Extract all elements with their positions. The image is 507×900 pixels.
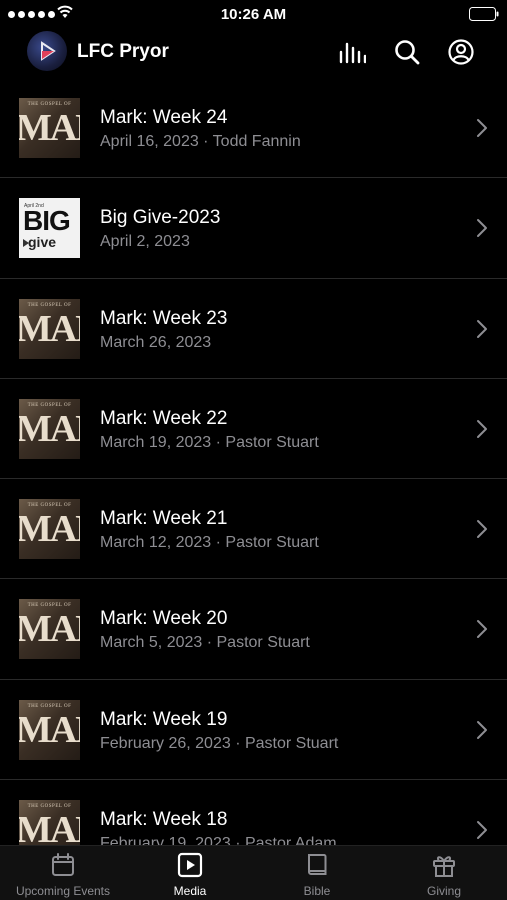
gift-icon — [433, 856, 455, 877]
thumb-title: BIG — [23, 205, 71, 237]
battery-icon — [469, 7, 499, 21]
tab-bar: Upcoming Events Media Bible Giving — [0, 845, 507, 900]
media-thumbnail: THE GOSPEL OFMARK — [19, 699, 80, 760]
media-list-item[interactable]: THE GOSPEL OFMARK Mark: Week 21 March 12, … — [0, 479, 507, 580]
media-thumbnail: THE GOSPEL OFMARK — [19, 398, 80, 459]
media-title: Mark: Week 18 — [100, 809, 228, 831]
chevron-right-icon — [477, 119, 487, 137]
thumb-title: MARK — [19, 708, 80, 751]
media-subtitle: February 26, 2023 · Pastor Stuart — [100, 734, 339, 752]
tab-upcoming-events[interactable]: Upcoming Events — [0, 846, 126, 900]
media-list-item[interactable]: THE GOSPEL OFMARK Mark: Week 20 March 5, 2… — [0, 579, 507, 680]
thumb-title: MARK — [19, 608, 80, 651]
media-thumbnail: April 2nd BIG give — [19, 198, 80, 259]
media-subtitle: March 19, 2023 · Pastor Stuart — [100, 433, 319, 451]
thumb-title: MARK — [19, 107, 80, 149]
chevron-right-icon — [477, 419, 487, 438]
media-list-item[interactable]: THE GOSPEL OFMARK Mark: Week 23 March 26, … — [0, 279, 507, 379]
calendar-icon — [52, 853, 74, 876]
status-bar: 10:26 AM — [0, 0, 507, 28]
media-title: Mark: Week 24 — [100, 107, 228, 128]
equalizer-icon[interactable] — [338, 38, 366, 66]
media-subtitle: March 12, 2023 · Pastor Stuart — [100, 534, 319, 552]
media-list-item[interactable]: April 2nd BIG give Big Give-2023 April 2, 20… — [0, 178, 507, 279]
tab-giving[interactable]: Giving — [381, 846, 507, 900]
media-subtitle: March 5, 2023 · Pastor Stuart — [100, 634, 310, 652]
media-thumbnail: THE GOSPEL OFMARK — [19, 499, 80, 560]
media-thumbnail: THE GOSPEL OFMARK — [19, 800, 80, 845]
app-logo[interactable] — [27, 31, 67, 71]
thumb-title: MARK — [19, 307, 80, 350]
tab-label: Giving — [426, 884, 461, 898]
tab-label: Media — [173, 884, 207, 898]
media-thumbnail: THE GOSPEL OFMARK — [19, 599, 80, 660]
media-subtitle: April 16, 2023 · Todd Fannin — [100, 133, 301, 150]
media-list-item[interactable]: THE GOSPEL OFMARK Mark: Week 22 March 19, … — [0, 379, 507, 480]
thumb-title: MARK — [19, 407, 80, 450]
media-title: Mark: Week 21 — [100, 508, 228, 530]
media-list-item[interactable]: THE GOSPEL OFMARK Mark: Week 24 April 16, … — [0, 78, 507, 179]
media-list-item[interactable]: THE GOSPEL OFMARK Mark: Week 18 February 1… — [0, 780, 507, 845]
book-icon — [308, 854, 327, 875]
media-subtitle: March 26, 2023 — [100, 333, 212, 351]
media-title: Mark: Week 20 — [100, 608, 228, 630]
media-title: Mark: Week 23 — [100, 307, 228, 329]
media-title: Big Give-2023 — [100, 207, 221, 229]
chevron-right-icon — [477, 520, 487, 539]
chevron-right-icon — [477, 219, 487, 238]
app-title: LFC Pryor — [77, 41, 169, 62]
thumb-subtitle: give — [28, 234, 57, 251]
thumb-title: MARK — [19, 508, 80, 551]
media-title: Mark: Week 19 — [100, 708, 228, 730]
media-subtitle: April 2, 2023 — [100, 233, 190, 251]
media-list[interactable]: THE GOSPEL OFMARKMark: Week 24April 16, … — [0, 78, 507, 845]
status-time: 10:26 AM — [220, 6, 287, 23]
chevron-right-icon — [477, 620, 487, 639]
tab-bible[interactable]: Bible — [254, 846, 380, 900]
media-subtitle: February 19, 2023 · Pastor Adam — [100, 835, 337, 845]
media-list-item[interactable]: THE GOSPEL OFMARK Mark: Week 19 February 2… — [0, 680, 507, 781]
chevron-right-icon — [477, 821, 487, 840]
media-thumbnail: THE GOSPEL OFMARK — [19, 98, 80, 158]
thumb-caption: THE GOSPEL OF — [27, 302, 72, 308]
app-header: LFC Pryor — [0, 28, 507, 78]
media-thumbnail: THE GOSPEL OFMARK — [19, 298, 80, 359]
play-icon — [177, 852, 203, 878]
chevron-right-icon — [477, 319, 487, 338]
tab-label: Upcoming Events — [15, 884, 111, 898]
search-icon[interactable] — [393, 38, 421, 66]
logo-play-icon — [41, 41, 56, 61]
tab-media[interactable]: Media — [127, 846, 253, 900]
tab-label: Bible — [303, 884, 331, 898]
account-icon[interactable] — [447, 38, 475, 66]
media-title: Mark: Week 22 — [100, 407, 228, 429]
thumb-title: MARK — [19, 809, 80, 845]
chevron-right-icon — [477, 720, 487, 739]
